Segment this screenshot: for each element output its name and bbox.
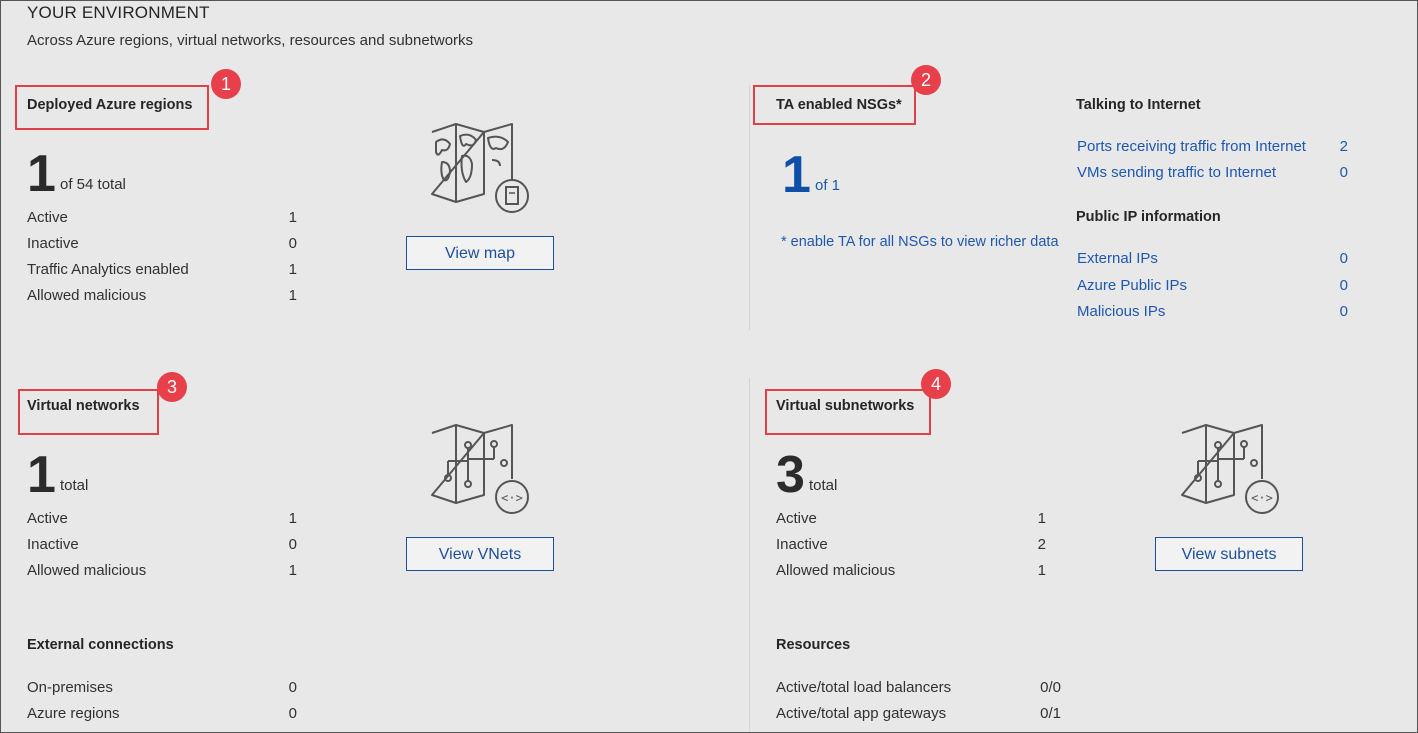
page-title: YOUR ENVIRONMENT: [27, 3, 210, 22]
resources-row-label: Active/total load balancers: [776, 679, 952, 696]
public-ip-heading: Public IP information: [1076, 209, 1221, 225]
subnets-row-value: 1: [1037, 510, 1046, 527]
vnets-row-label: Inactive: [27, 536, 79, 553]
external-ips-value[interactable]: 0: [1318, 250, 1348, 267]
regions-row-value: 1: [288, 209, 297, 226]
callout-badge-3: 3: [157, 372, 187, 402]
external-row-label: Azure regions: [27, 705, 120, 722]
regions-row-label: Traffic Analytics enabled: [27, 261, 189, 278]
resources-row-label: Active/total app gateways: [776, 705, 947, 722]
resources-heading: Resources: [776, 637, 851, 653]
subnets-row-label: Inactive: [776, 536, 828, 553]
subnets-row-label: Allowed malicious: [776, 562, 896, 579]
azure-public-ips-link[interactable]: Azure Public IPs: [1077, 277, 1187, 294]
regions-count: 1: [27, 145, 56, 203]
callout-badge-1: 1: [211, 69, 241, 99]
svg-text:<·>: <·>: [501, 491, 523, 505]
enable-ta-link[interactable]: * enable TA for all NSGs to view richer …: [781, 234, 1059, 250]
vnets-count: 1: [27, 446, 56, 504]
external-connections-heading: External connections: [27, 637, 174, 653]
vms-sending-value[interactable]: 0: [1318, 164, 1348, 181]
vnets-row-label: Active: [27, 510, 68, 527]
regions-row-value: 1: [288, 261, 297, 278]
regions-heading: Deployed Azure regions: [27, 97, 193, 113]
resources-row-value: 0/1: [1040, 705, 1061, 722]
regions-row-label: Inactive: [27, 235, 79, 252]
ports-receiving-link[interactable]: Ports receiving traffic from Internet: [1077, 138, 1306, 155]
ports-receiving-value[interactable]: 2: [1318, 138, 1348, 155]
column-divider-top: [749, 85, 750, 330]
subnets-row-value: 1: [1037, 562, 1046, 579]
nsgs-heading: TA enabled NSGs*: [776, 97, 902, 113]
vnets-row-label: Allowed malicious: [27, 562, 147, 579]
external-ips-link[interactable]: External IPs: [1077, 250, 1158, 267]
external-row-label: On-premises: [27, 679, 113, 696]
azure-public-ips-value[interactable]: 0: [1318, 277, 1348, 294]
subnet-map-icon: <·>: [1181, 424, 1279, 514]
nsgs-count-link[interactable]: 1: [782, 149, 811, 201]
regions-row-value: 0: [288, 235, 297, 252]
nsgs-total-link[interactable]: of 1: [815, 177, 840, 194]
subnets-count: 3: [776, 446, 805, 504]
regions-total: of 54 total: [60, 176, 126, 193]
external-row-value: 0: [288, 679, 297, 696]
malicious-ips-value[interactable]: 0: [1318, 303, 1348, 320]
regions-row-value: 1: [288, 287, 297, 304]
talking-to-internet-heading: Talking to Internet: [1076, 97, 1201, 113]
vnets-row-value: 1: [288, 510, 297, 527]
page-subtitle: Across Azure regions, virtual networks, …: [27, 32, 474, 49]
vnets-total: total: [60, 477, 89, 494]
external-row-value: 0: [288, 705, 297, 722]
subnets-heading: Virtual subnetworks: [776, 398, 915, 414]
vms-sending-link[interactable]: VMs sending traffic to Internet: [1077, 164, 1276, 181]
callout-badge-2: 2: [911, 65, 941, 95]
page-frame: [0, 0, 1418, 733]
world-map-icon: [431, 123, 529, 213]
vnets-heading: Virtual networks: [27, 398, 140, 414]
view-subnets-button[interactable]: View subnets: [1155, 537, 1303, 571]
subnets-total: total: [809, 477, 838, 494]
regions-row-label: Allowed malicious: [27, 287, 147, 304]
view-map-button[interactable]: View map: [406, 236, 554, 270]
regions-row-label: Active: [27, 209, 68, 226]
callout-badge-4: 4: [921, 369, 951, 399]
vnets-row-value: 1: [288, 562, 297, 579]
malicious-ips-link[interactable]: Malicious IPs: [1077, 303, 1165, 320]
vnet-map-icon: <·>: [431, 424, 529, 514]
vnets-row-value: 0: [288, 536, 297, 553]
column-divider-bottom: [749, 378, 750, 731]
svg-text:<·>: <·>: [1251, 491, 1273, 505]
subnets-row-label: Active: [776, 510, 817, 527]
view-vnets-button[interactable]: View VNets: [406, 537, 554, 571]
resources-row-value: 0/0: [1040, 679, 1061, 696]
subnets-row-value: 2: [1037, 536, 1046, 553]
